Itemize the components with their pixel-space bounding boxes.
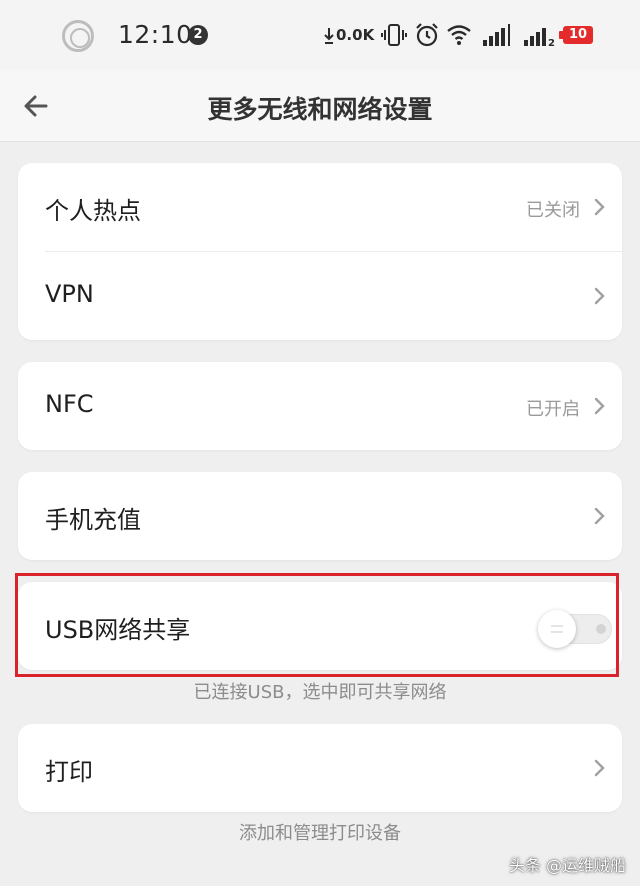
- chevron-right-icon: [594, 397, 605, 415]
- chevron-right-icon: [594, 507, 605, 525]
- usb-tethering-label: USB网络共享: [45, 616, 191, 644]
- print-card: 打印: [18, 724, 622, 812]
- hotspot-status: 已关闭: [526, 200, 580, 221]
- nfc-card: NFC 已开启: [18, 362, 622, 450]
- print-label: 打印: [45, 758, 93, 786]
- hotspot-row[interactable]: 个人热点 已关闭: [18, 163, 622, 252]
- record-icon: [62, 20, 94, 52]
- nfc-status: 已开启: [526, 399, 580, 420]
- wifi-icon: [447, 25, 471, 45]
- chevron-right-icon: [594, 198, 605, 216]
- status-time: 12:10: [118, 20, 193, 49]
- usb-tethering-toggle[interactable]: [526, 608, 612, 650]
- print-row[interactable]: 打印: [18, 724, 622, 812]
- vpn-row[interactable]: VPN: [18, 252, 622, 340]
- alarm-icon: [416, 23, 438, 47]
- vibrate-icon: [381, 24, 407, 46]
- recharge-card: 手机充值: [18, 472, 622, 560]
- usb-tethering-row[interactable]: USB网络共享: [18, 582, 622, 670]
- nfc-label: NFC: [45, 390, 94, 418]
- toggle-knob[interactable]: [538, 610, 576, 648]
- signal-strength-icon: [483, 24, 510, 46]
- toggle-off-indicator: [596, 624, 606, 634]
- download-arrow-icon: [324, 28, 334, 44]
- recharge-label: 手机充值: [45, 506, 141, 534]
- vpn-label: VPN: [45, 280, 94, 308]
- usb-tethering-hint: 已连接USB，选中即可共享网络: [193, 682, 447, 703]
- nfc-row[interactable]: NFC 已开启: [18, 362, 622, 450]
- status-bar: 12:10 2 0.0K 2 10: [0, 0, 640, 70]
- chevron-right-icon: [594, 287, 605, 305]
- notification-count-badge: 2: [188, 25, 208, 45]
- hotspot-label: 个人热点: [45, 197, 141, 225]
- recharge-row[interactable]: 手机充值: [18, 472, 622, 560]
- signal-strength-sim2-icon: 2: [524, 28, 555, 48]
- network-speed: 0.0K: [336, 26, 375, 44]
- connectivity-card: 个人热点 已关闭 VPN: [18, 163, 622, 340]
- usb-tethering-card: USB网络共享: [18, 582, 622, 670]
- page-header: 更多无线和网络设置: [0, 70, 640, 142]
- battery-icon: 10: [559, 26, 593, 44]
- svg-text:2: 2: [548, 38, 555, 48]
- page-title: 更多无线和网络设置: [207, 95, 433, 124]
- watermark: 头条 @运维贼船: [508, 856, 626, 875]
- print-hint: 添加和管理打印设备: [239, 823, 401, 844]
- chevron-right-icon: [594, 759, 605, 777]
